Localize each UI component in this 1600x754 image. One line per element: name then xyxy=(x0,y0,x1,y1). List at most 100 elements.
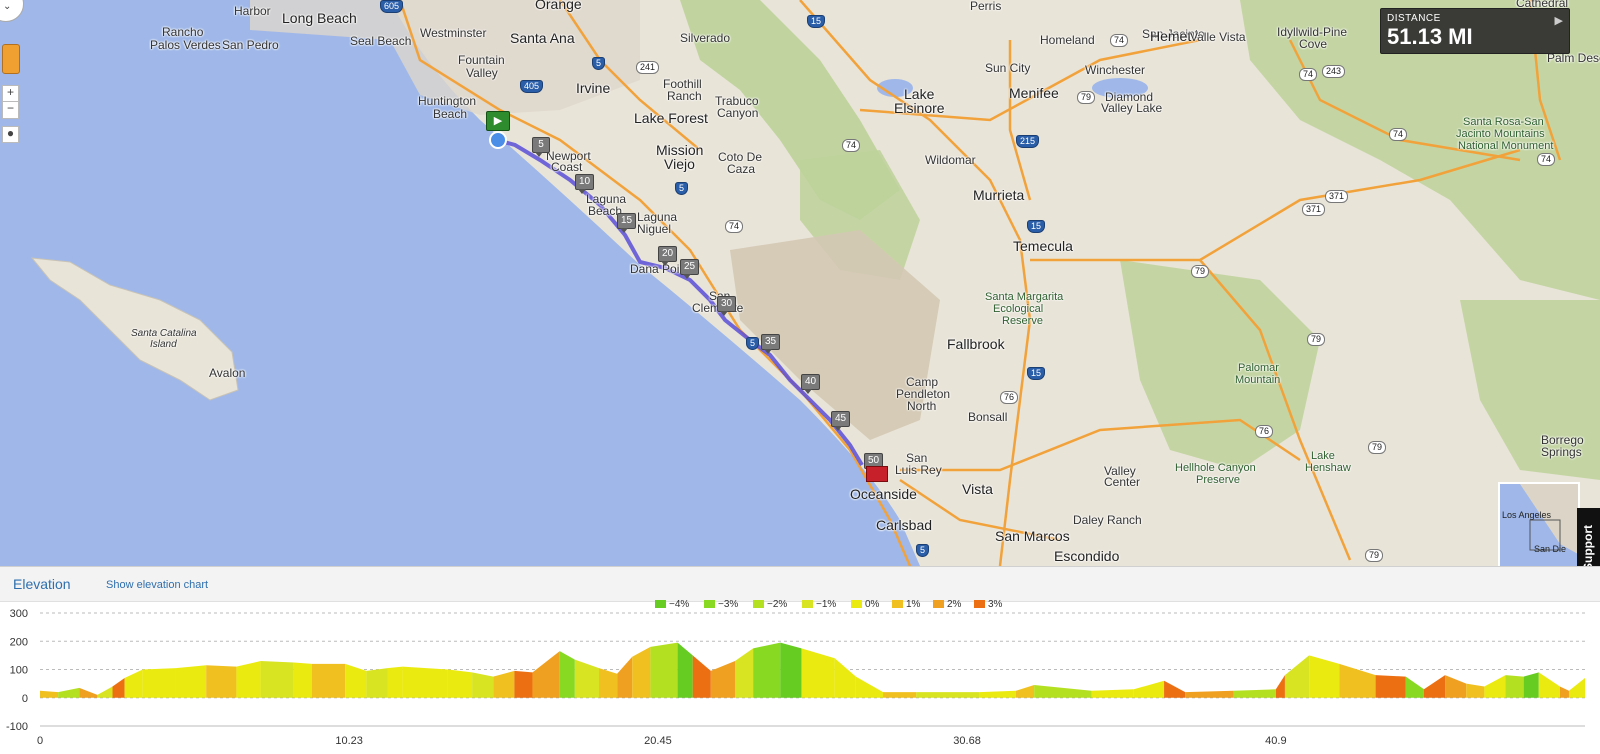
elevation-area-segment xyxy=(1375,675,1406,698)
expand-arrow-icon[interactable]: ▶ xyxy=(1555,14,1563,27)
elevation-chart[interactable]: 300 200 100 0 -100 0 10.23 20.45 30.68 40.9 −4% −3%… xyxy=(0,597,1600,749)
place-label: Oceanside xyxy=(850,486,917,502)
mile-marker[interactable]: 20 xyxy=(658,246,678,266)
highway-shield: 76 xyxy=(1000,391,1019,404)
elevation-area-segment xyxy=(311,663,346,698)
highway-shield: 5 xyxy=(675,182,689,195)
elevation-area-segment xyxy=(1016,685,1035,698)
mile-marker[interactable]: 25 xyxy=(680,259,700,279)
elevation-area-segment xyxy=(493,670,515,698)
pegman-icon[interactable] xyxy=(2,44,20,74)
elevation-area-segment xyxy=(1233,689,1276,698)
elevation-area-segment xyxy=(1309,655,1340,698)
place-label: Irvine xyxy=(576,80,611,96)
y-tick-label: 0 xyxy=(22,693,28,705)
place-label: Ranch xyxy=(667,89,702,103)
mile-marker[interactable]: 30 xyxy=(717,296,737,316)
mile-marker[interactable]: 15 xyxy=(617,213,637,233)
legend-swatch xyxy=(753,597,764,608)
place-label: Vista xyxy=(962,481,993,497)
start-point-icon xyxy=(489,131,507,149)
elevation-area-segment xyxy=(1466,683,1485,698)
legend-swatch xyxy=(851,597,862,608)
elevation-area-segment xyxy=(387,666,403,698)
elevation-area-segment xyxy=(1275,675,1285,698)
elevation-area-segment xyxy=(1284,655,1310,698)
elevation-area-segment xyxy=(1185,690,1234,698)
place-label: Springs xyxy=(1541,445,1582,459)
elevation-area-segment xyxy=(1523,672,1539,698)
elevation-area-segment xyxy=(236,661,261,698)
mile-marker[interactable]: 5 xyxy=(532,137,550,157)
legend-label: −4% xyxy=(669,600,689,610)
distance-box[interactable]: DISTANCE 51.13 MI ▶ xyxy=(1380,8,1570,54)
elevation-chart-svg[interactable]: 300 200 100 0 -100 0 10.23 20.45 30.68 40.9 −4% −3%… xyxy=(0,597,1600,749)
highway-shield: 243 xyxy=(1322,65,1346,78)
place-label: Valle Vista xyxy=(1190,30,1246,44)
elevation-header: Elevation Show elevation chart xyxy=(0,566,1600,602)
legend-label: −2% xyxy=(767,600,787,610)
legend-label: −1% xyxy=(816,600,836,610)
elevation-area-segment xyxy=(532,651,560,698)
elevation-area-segment xyxy=(710,661,735,698)
mile-marker[interactable]: 45 xyxy=(831,411,851,431)
place-label: Perris xyxy=(970,0,1002,13)
route-map[interactable]: Long Beach Harbor Rancho Palos Verdes San Pe… xyxy=(0,0,1600,566)
elevation-area-segment xyxy=(1133,680,1165,698)
place-label: Viejo xyxy=(664,156,695,172)
elevation-area-segment xyxy=(1423,675,1446,698)
place-label: Center xyxy=(1104,475,1141,489)
elevation-area-segment xyxy=(124,669,143,698)
inset-label-la: Los Angeles xyxy=(1502,510,1552,520)
place-label: Hemet xyxy=(1150,28,1192,44)
legend-label: 1% xyxy=(906,600,921,610)
place-label: Cove xyxy=(1299,37,1328,51)
end-marker[interactable] xyxy=(866,466,888,482)
place-label: North xyxy=(907,399,937,413)
overview-inset-map[interactable]: Los Angeles San Die xyxy=(1498,482,1580,566)
distance-label: DISTANCE xyxy=(1387,13,1441,24)
place-label: Murrieta xyxy=(973,187,1025,203)
mile-marker[interactable]: 35 xyxy=(761,334,781,354)
elevation-area-segment xyxy=(632,646,651,698)
place-label: Sun City xyxy=(985,61,1031,75)
place-label: San Pedro xyxy=(222,38,279,52)
place-label: Orange xyxy=(535,0,582,12)
highway-shield: 79 xyxy=(1368,441,1387,454)
legend-swatch xyxy=(802,597,813,608)
place-label: Luis Rey xyxy=(895,463,942,477)
highway-shield: 74 xyxy=(842,139,861,152)
inset-label-sd: San Die xyxy=(1534,544,1567,554)
elevation-area-segment xyxy=(1034,685,1092,698)
elevation-area-segment xyxy=(677,642,693,698)
elevation-area-segment xyxy=(617,656,633,698)
x-tick-label: 30.68 xyxy=(953,735,981,747)
highway-shield: 15 xyxy=(1027,220,1046,233)
place-label: Santa Ana xyxy=(510,30,575,46)
elevation-area-segment xyxy=(472,672,494,698)
highway-shield: 15 xyxy=(807,15,826,28)
zoom-slider-handle[interactable]: ● xyxy=(2,126,19,143)
elevation-title: Elevation xyxy=(13,576,71,592)
place-label: Coast xyxy=(551,160,583,174)
elevation-area-segment xyxy=(734,648,754,698)
y-tick-label: 100 xyxy=(10,665,28,677)
zoom-out-button[interactable]: − xyxy=(2,101,19,119)
show-elevation-chart-link[interactable]: Show elevation chart xyxy=(106,579,208,591)
place-label: Homeland xyxy=(1040,33,1095,47)
mile-marker[interactable]: 40 xyxy=(801,374,821,394)
place-label: Beach xyxy=(433,107,468,121)
place-label: Mountain xyxy=(1235,374,1281,386)
x-tick-label: 20.45 xyxy=(644,735,672,747)
start-marker[interactable]: ▶ xyxy=(486,111,510,131)
highway-shield: 79 xyxy=(1307,333,1326,346)
place-label: Niguel xyxy=(637,222,672,236)
mile-marker[interactable]: 10 xyxy=(575,174,595,194)
place-label: Seal Beach xyxy=(350,34,412,48)
elevation-area-segment xyxy=(650,642,678,698)
map-canvas[interactable] xyxy=(0,0,1600,566)
y-tick-label: 200 xyxy=(10,636,28,648)
elevation-area-segment xyxy=(79,687,98,698)
legend-swatch xyxy=(704,597,715,608)
highway-shield: 74 xyxy=(1110,34,1129,47)
